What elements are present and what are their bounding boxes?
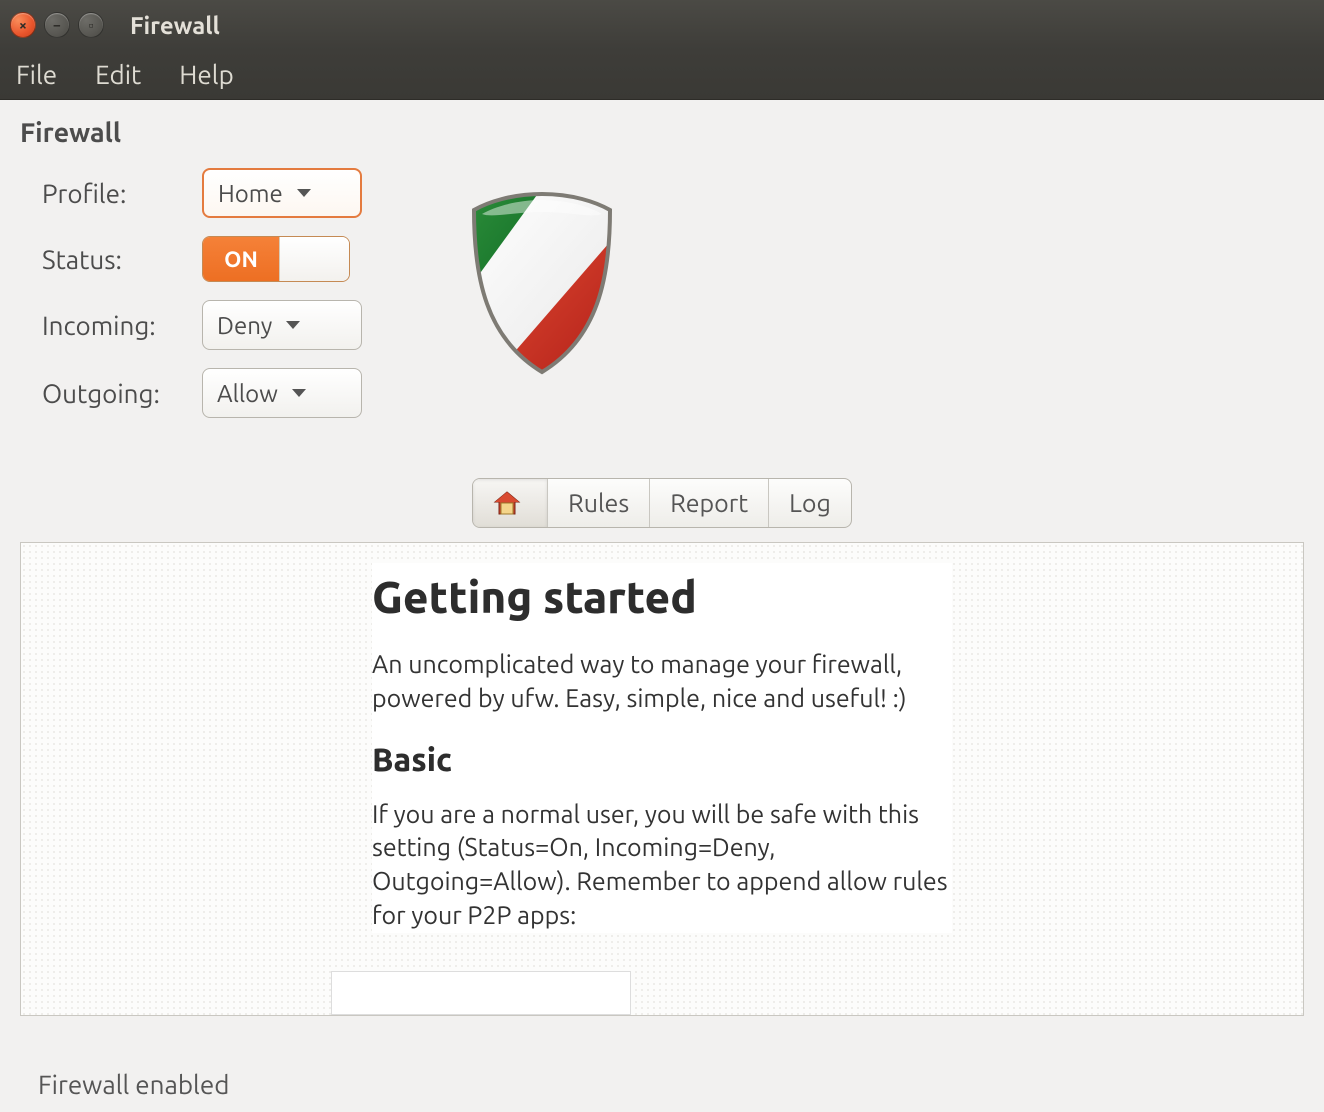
incoming-value: Deny [217,312,272,339]
section-title: Firewall [20,118,1304,148]
chevron-down-icon [286,321,300,329]
tab-log[interactable]: Log [769,479,851,527]
chevron-down-icon [292,389,306,397]
minimize-button[interactable]: − [44,12,70,38]
home-icon [493,490,521,516]
close-button[interactable]: × [10,12,36,38]
outgoing-label: Outgoing: [42,379,202,408]
tab-rules-label: Rules [568,489,629,517]
chevron-down-icon [297,189,311,197]
status-bar: Firewall enabled [0,1056,1324,1112]
toggle-knob [279,237,349,281]
settings-grid: Profile: Home Status: ON Incoming: Deny … [42,168,362,418]
menu-edit[interactable]: Edit [87,56,149,93]
profile-combo[interactable]: Home [202,168,362,218]
doc-basic-text: If you are a normal user, you will be sa… [372,798,952,933]
tab-log-label: Log [789,489,831,517]
doc-subheading: Basic [372,742,952,778]
tab-bar: Rules Report Log [20,478,1304,528]
tab-home[interactable] [473,479,548,527]
incoming-label: Incoming: [42,311,202,340]
status-toggle[interactable]: ON [202,236,350,282]
outgoing-value: Allow [217,380,278,407]
main-content: Firewall Profile: Home Status: ON Incomi… [0,100,1324,1016]
status-text: Firewall enabled [38,1070,229,1099]
menu-file[interactable]: File [8,56,65,93]
status-label: Status: [42,245,202,274]
status-value: ON [203,237,279,281]
shield-icon [462,188,622,382]
outgoing-combo[interactable]: Allow [202,368,362,418]
menubar: File Edit Help [0,50,1324,100]
doc-heading: Getting started [372,573,952,622]
menu-help[interactable]: Help [171,56,242,93]
profile-value: Home [218,180,283,207]
profile-label: Profile: [42,179,202,208]
window-title: Firewall [130,12,220,39]
getting-started-doc: Getting started An uncomplicated way to … [372,563,952,933]
tab-report-label: Report [670,489,748,517]
tab-report[interactable]: Report [650,479,769,527]
doc-intro: An uncomplicated way to manage your fire… [372,648,952,716]
incoming-combo[interactable]: Deny [202,300,362,350]
maximize-button[interactable]: ▫ [78,12,104,38]
tab-rules[interactable]: Rules [548,479,650,527]
doc-image-cutoff [331,971,631,1015]
content-panel: Getting started An uncomplicated way to … [20,542,1304,1016]
titlebar: × − ▫ Firewall [0,0,1324,50]
